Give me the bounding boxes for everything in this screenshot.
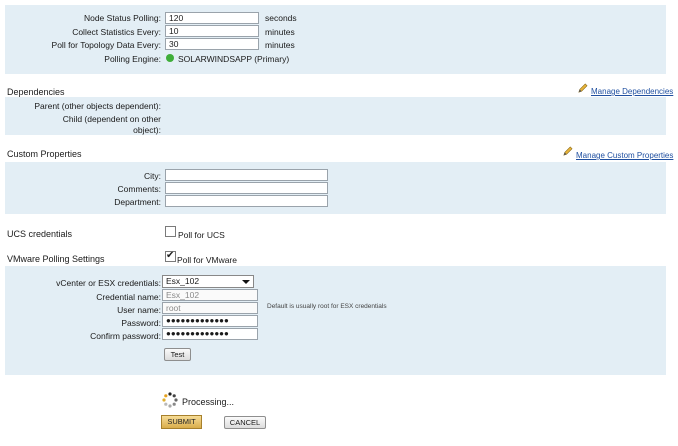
credential-name-input[interactable]: Esx_102 — [162, 289, 258, 301]
collect-statistics-unit: minutes — [265, 27, 295, 37]
submit-button[interactable]: SUBMIT — [161, 415, 202, 429]
collect-statistics-input[interactable]: 10 — [165, 25, 259, 37]
node-status-polling-unit: seconds — [265, 13, 297, 23]
poll-for-vmware-label: Poll for VMware — [177, 255, 237, 265]
manage-custom-properties-link[interactable]: Manage Custom Properties — [576, 151, 673, 160]
test-button[interactable]: Test — [164, 348, 191, 361]
node-status-polling-input[interactable]: 120 — [165, 12, 259, 24]
polling-engine-label: Polling Engine: — [104, 54, 161, 64]
child-dependencies-label-line1: Child (dependent on other — [62, 114, 161, 124]
child-dependencies-label-line2: object): — [133, 125, 161, 135]
dependencies-title: Dependencies — [7, 87, 65, 97]
ucs-credentials-title: UCS credentials — [7, 229, 73, 239]
credentials-select[interactable]: Esx_102 — [162, 275, 254, 288]
poll-for-ucs-checkbox[interactable] — [165, 226, 176, 237]
pencil-icon[interactable] — [562, 146, 573, 157]
loading-spinner-icon — [162, 392, 178, 408]
department-input[interactable] — [165, 195, 328, 207]
city-label: City: — [144, 171, 161, 181]
processing-status-text: Processing... — [182, 397, 235, 407]
username-input[interactable]: root — [162, 302, 258, 314]
confirm-password-input[interactable]: ●●●●●●●●●●●●● — [162, 328, 258, 340]
confirm-password-label: Confirm password: — [90, 331, 161, 341]
comments-label: Comments: — [117, 184, 161, 194]
custom-properties-panel — [5, 162, 666, 214]
chevron-down-icon — [242, 280, 250, 284]
username-label: User name: — [117, 305, 161, 315]
topology-polling-unit: minutes — [265, 40, 295, 50]
topology-polling-input[interactable]: 30 — [165, 38, 259, 50]
node-status-polling-label: Node Status Polling: — [83, 13, 161, 23]
parent-dependencies-label: Parent (other objects dependent): — [34, 101, 161, 111]
engine-status-icon — [166, 54, 174, 62]
polling-engine-value: SOLARWINDSAPP (Primary) — [178, 54, 290, 64]
cancel-button[interactable]: CANCEL — [224, 416, 266, 429]
city-input[interactable] — [165, 169, 328, 181]
collect-statistics-label: Collect Statistics Every: — [72, 27, 161, 37]
password-label: Password: — [121, 318, 161, 328]
manage-dependencies-link[interactable]: Manage Dependencies — [591, 87, 673, 96]
vmware-polling-title: VMware Polling Settings — [7, 254, 105, 264]
topology-polling-label: Poll for Topology Data Every: — [51, 40, 161, 50]
poll-for-ucs-label: Poll for UCS — [178, 230, 225, 240]
custom-properties-title: Custom Properties — [7, 149, 82, 159]
credentials-select-value: Esx_102 — [166, 276, 200, 286]
credentials-select-label: vCenter or ESX credentials: — [56, 278, 161, 288]
department-label: Department: — [114, 197, 161, 207]
username-hint: Default is usually root for ESX credenti… — [267, 303, 387, 310]
password-input[interactable]: ●●●●●●●●●●●●● — [162, 315, 258, 327]
credential-name-label: Credential name: — [96, 292, 161, 302]
poll-for-vmware-checkbox[interactable] — [165, 250, 176, 262]
comments-input[interactable] — [165, 182, 328, 194]
pencil-icon[interactable] — [577, 83, 588, 94]
